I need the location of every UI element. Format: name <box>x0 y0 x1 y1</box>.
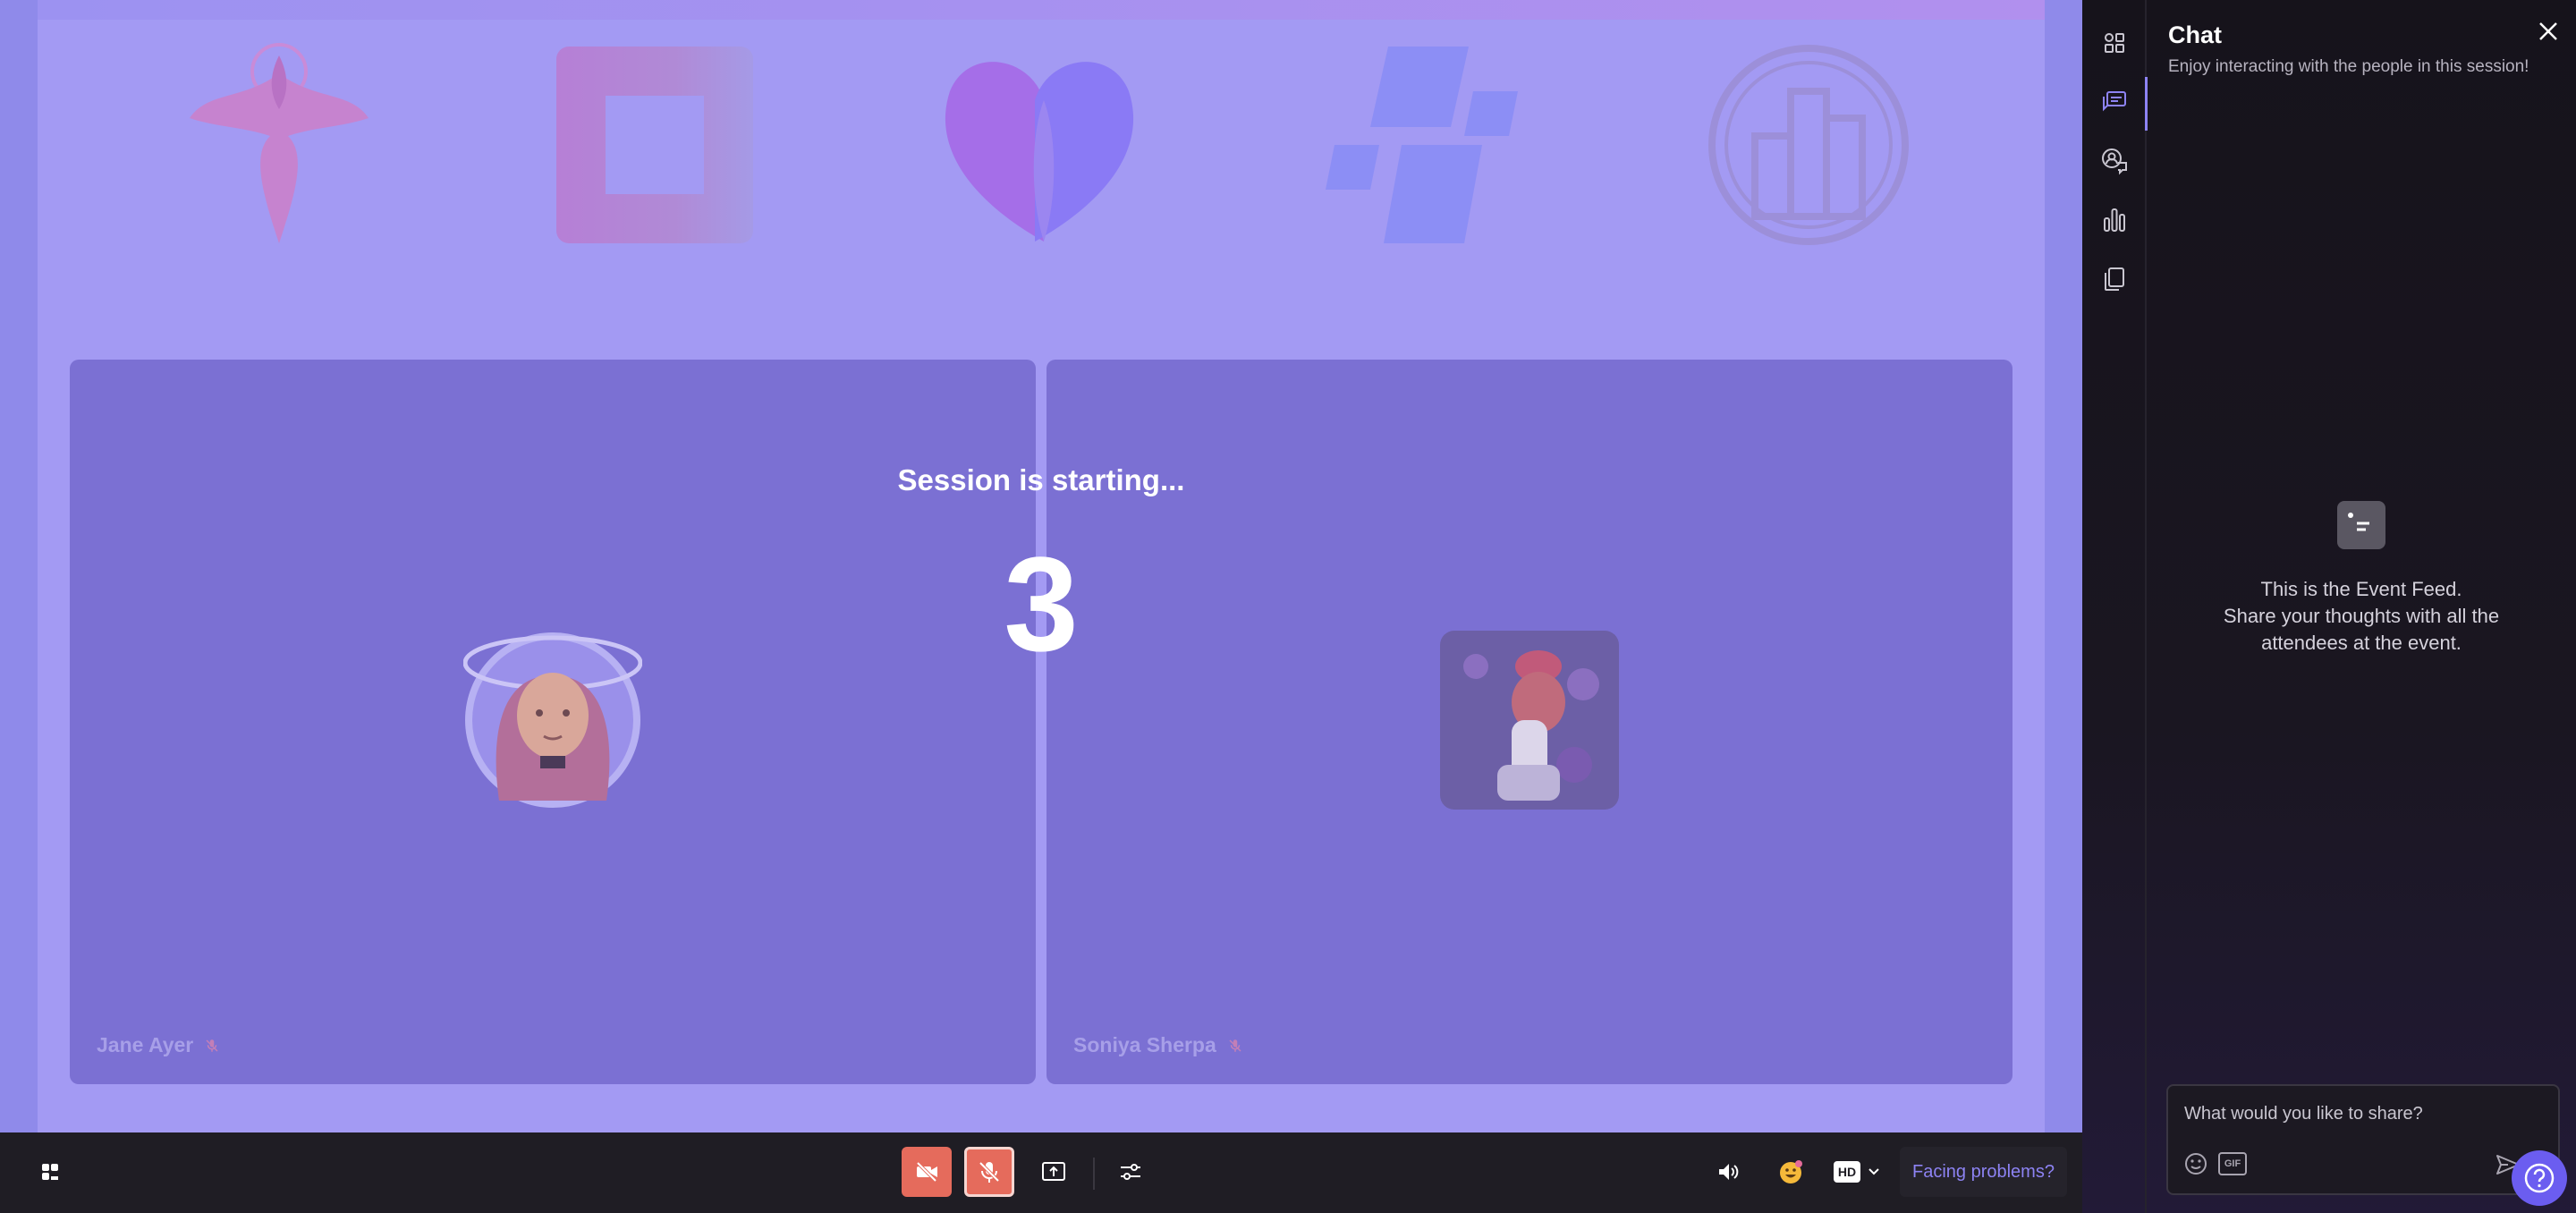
help-button[interactable] <box>2512 1150 2567 1206</box>
close-icon <box>2539 22 2557 40</box>
facing-problems-link[interactable]: Facing problems? <box>1900 1147 2067 1197</box>
stage-content: Jane Ayer Soniya Sherpa Session is start… <box>38 0 2045 1132</box>
tab-chat[interactable] <box>2098 86 2131 118</box>
people-chat-icon <box>2102 148 2127 175</box>
documents-icon <box>2105 267 2124 291</box>
empty-state-line: attendees at the event. <box>2261 632 2462 654</box>
chat-subtitle: Enjoy interacting with the people in thi… <box>2168 57 2529 76</box>
chat-message-input[interactable] <box>2184 1098 2542 1129</box>
chevron-down-icon <box>1868 1168 1879 1175</box>
chat-composer: GIF <box>2166 1084 2560 1195</box>
empty-state-line: This is the Event Feed. <box>2260 578 2462 600</box>
emoji-picker-icon[interactable] <box>2182 1150 2209 1177</box>
screen-share-icon <box>1042 1162 1065 1181</box>
people-grid-icon <box>42 1164 58 1180</box>
help-question-icon <box>2524 1163 2555 1193</box>
speaker-button[interactable] <box>1703 1147 1753 1197</box>
countdown-title: Session is starting... <box>897 463 1185 496</box>
tab-files[interactable] <box>2098 263 2131 295</box>
close-panel-button[interactable] <box>2533 16 2563 47</box>
video-quality-select[interactable]: HD <box>1825 1147 1889 1197</box>
tab-people[interactable] <box>2098 145 2131 177</box>
camera-toggle-button[interactable] <box>902 1147 952 1197</box>
session-menu-button[interactable] <box>25 1147 75 1197</box>
feed-message-icon <box>2337 501 2385 549</box>
hd-badge: HD <box>1833 1161 1861 1183</box>
tab-apps[interactable] <box>2098 27 2131 59</box>
mic-off-icon <box>979 1161 1000 1183</box>
active-tab-indicator <box>2145 77 2148 131</box>
screen-share-button[interactable] <box>1029 1147 1079 1197</box>
speaker-icon <box>1719 1164 1739 1180</box>
app-root: Jane Ayer Soniya Sherpa Session is start… <box>0 0 2576 1213</box>
reactions-button[interactable] <box>1766 1147 1816 1197</box>
session-stage: Jane Ayer Soniya Sherpa Session is start… <box>0 0 2082 1132</box>
camera-off-icon <box>916 1161 937 1183</box>
settings-button[interactable] <box>1106 1147 1156 1197</box>
apps-grid-icon <box>2105 33 2124 53</box>
bar-chart-icon <box>2104 208 2125 232</box>
empty-state-line: Share your thoughts with all the <box>2223 605 2500 627</box>
event-feed-empty-state: This is the Event Feed. Share your thoug… <box>2147 501 2576 657</box>
session-toolbar: HD Facing problems? <box>0 1132 2082 1213</box>
countdown-number: 3 <box>1004 529 1079 679</box>
emoji-reaction-icon <box>1780 1160 1802 1183</box>
tab-polls[interactable] <box>2098 204 2131 236</box>
chat-bubbles-icon <box>2103 91 2126 112</box>
mic-toggle-button[interactable] <box>964 1147 1014 1197</box>
session-countdown-overlay: Session is starting... 3 <box>38 0 2045 1132</box>
chat-title: Chat <box>2168 21 2222 48</box>
empty-state-text: This is the Event Feed. Share your thoug… <box>2147 576 2576 657</box>
panel-tab-rail <box>2082 0 2148 1213</box>
chat-panel: Chat Enjoy interacting with the people i… <box>2082 0 2576 1213</box>
sliders-icon <box>1121 1164 1140 1180</box>
gif-picker-button[interactable]: GIF <box>2218 1152 2247 1175</box>
toolbar-divider <box>1093 1158 1095 1190</box>
